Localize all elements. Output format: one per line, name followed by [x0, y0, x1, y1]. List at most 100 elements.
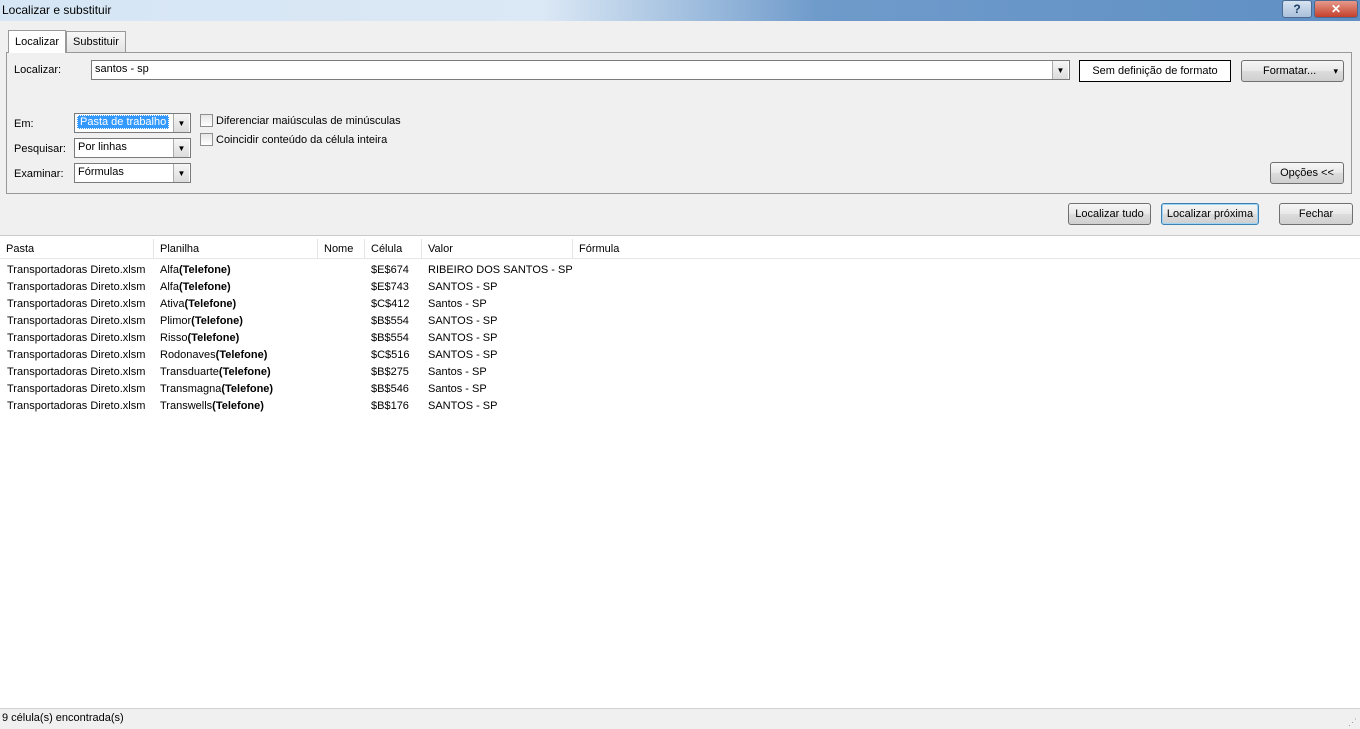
- table-row[interactable]: Transportadoras Direto.xlsm Plimor (Telefo…: [0, 312, 1360, 329]
- sheet-suffix: (Telefone): [212, 399, 264, 412]
- match-entire-checkbox[interactable]: [200, 133, 213, 146]
- cell-pasta: Transportadoras Direto.xlsm: [7, 348, 146, 361]
- close-window-button[interactable]: ✕: [1314, 0, 1358, 18]
- column-header-formula[interactable]: Fórmula: [573, 239, 1360, 259]
- cell-pasta: Transportadoras Direto.xlsm: [7, 331, 146, 344]
- table-row[interactable]: Transportadoras Direto.xlsm Transwells (T…: [0, 397, 1360, 414]
- resize-grip-icon[interactable]: ⋰: [1348, 717, 1358, 727]
- chevron-down-icon: ▼: [177, 143, 186, 153]
- cell-pasta: Transportadoras Direto.xlsm: [7, 314, 146, 327]
- table-row[interactable]: Transportadoras Direto.xlsm Transduarte (…: [0, 363, 1360, 380]
- sheet-name: Ativa: [160, 297, 185, 310]
- find-history-dropdown[interactable]: ▼: [1052, 61, 1068, 79]
- cell-planilha: Risso (Telefone): [160, 329, 239, 346]
- table-row[interactable]: Transportadoras Direto.xlsm Ativa (Telefon…: [0, 295, 1360, 312]
- within-dropdown[interactable]: ▼: [173, 114, 189, 132]
- results-list: Pasta Planilha Nome Célula Valor Fórmula…: [0, 235, 1360, 708]
- help-button[interactable]: ?: [1282, 0, 1312, 18]
- options-button[interactable]: Opções <<: [1270, 162, 1344, 184]
- title-bar: Localizar e substituir ? ✕: [0, 0, 1360, 21]
- table-row[interactable]: Transportadoras Direto.xlsm Alfa (Telefone…: [0, 261, 1360, 278]
- chevron-down-icon: ▼: [1056, 65, 1065, 75]
- cell-planilha: Transduarte (Telefone): [160, 363, 271, 380]
- cell-valor: RIBEIRO DOS SANTOS - SP: [428, 263, 573, 276]
- search-dropdown[interactable]: ▼: [173, 139, 189, 157]
- column-header-celula[interactable]: Célula: [365, 239, 422, 259]
- cell-celula: $C$516: [371, 348, 410, 361]
- cell-pasta: Transportadoras Direto.xlsm: [7, 399, 146, 412]
- status-bar: 9 célula(s) encontrada(s) ⋰: [0, 708, 1360, 729]
- sheet-name: Rodonaves: [160, 348, 216, 361]
- sheet-suffix: (Telefone): [187, 331, 240, 344]
- cell-valor: Santos - SP: [428, 297, 487, 310]
- cell-valor: Santos - SP: [428, 382, 487, 395]
- dropdown-arrow-icon: ▾: [1333, 65, 1338, 76]
- column-header-valor[interactable]: Valor: [422, 239, 573, 259]
- sheet-name: Transmagna: [160, 382, 222, 395]
- cell-pasta: Transportadoras Direto.xlsm: [7, 297, 146, 310]
- cell-celula: $B$546: [371, 382, 409, 395]
- table-row[interactable]: Transportadoras Direto.xlsm Alfa (Telefone…: [0, 278, 1360, 295]
- tab-localizar[interactable]: Localizar: [8, 30, 67, 53]
- cell-pasta: Transportadoras Direto.xlsm: [7, 365, 146, 378]
- cell-pasta: Transportadoras Direto.xlsm: [7, 382, 146, 395]
- cell-planilha: Alfa (Telefone): [160, 278, 231, 295]
- cell-valor: SANTOS - SP: [428, 314, 498, 327]
- sheet-suffix: (Telefone): [178, 263, 231, 276]
- sheet-name: Plimor: [160, 314, 192, 327]
- look-in-dropdown[interactable]: ▼: [173, 164, 189, 182]
- column-header-planilha[interactable]: Planilha: [154, 239, 318, 259]
- cell-celula: $C$412: [371, 297, 410, 310]
- cell-planilha: Transwells (Telefone): [160, 397, 264, 414]
- cell-celula: $B$176: [371, 399, 409, 412]
- match-case-checkbox[interactable]: [200, 114, 213, 127]
- cell-celula: $E$743: [371, 280, 409, 293]
- cell-celula: $B$554: [371, 331, 409, 344]
- sheet-suffix: (Telefone): [215, 348, 268, 361]
- sheet-name: Transwells: [160, 399, 213, 412]
- sheet-name: Risso: [160, 331, 188, 344]
- cell-valor: Santos - SP: [428, 365, 487, 378]
- find-input[interactable]: santos - sp: [91, 60, 1070, 80]
- look-in-label: Examinar:: [14, 168, 64, 180]
- cell-planilha: Ativa (Telefone): [160, 295, 236, 312]
- cell-valor: SANTOS - SP: [428, 331, 498, 344]
- table-row[interactable]: Transportadoras Direto.xlsm Risso (Telefon…: [0, 329, 1360, 346]
- close-button[interactable]: Fechar: [1279, 203, 1353, 225]
- search-label: Pesquisar:: [14, 143, 66, 155]
- table-row[interactable]: Transportadoras Direto.xlsm Transmagna (T…: [0, 380, 1360, 397]
- sheet-name: Alfa: [160, 280, 179, 293]
- within-value: Pasta de trabalho: [77, 115, 170, 129]
- find-label: Localizar:: [14, 64, 62, 76]
- sheet-name: Alfa: [160, 263, 179, 276]
- format-button[interactable]: Formatar... ▾: [1241, 60, 1344, 82]
- cell-planilha: Rodonaves (Telefone): [160, 346, 267, 363]
- table-row[interactable]: Transportadoras Direto.xlsm Rodonaves (Tel…: [0, 346, 1360, 363]
- cell-celula: $B$554: [371, 314, 409, 327]
- within-label: Em:: [14, 118, 34, 130]
- cell-planilha: Transmagna (Telefone): [160, 380, 273, 397]
- format-preview: Sem definição de formato: [1079, 60, 1231, 82]
- results-header: Pasta Planilha Nome Célula Valor Fórmula: [0, 239, 1360, 259]
- cell-planilha: Plimor (Telefone): [160, 312, 243, 329]
- cell-planilha: Alfa (Telefone): [160, 261, 231, 278]
- sheet-name: Transduarte: [160, 365, 219, 378]
- format-button-label: Formatar...: [1263, 65, 1317, 77]
- sheet-suffix: (Telefone): [221, 382, 274, 395]
- sheet-suffix: (Telefone): [218, 365, 271, 378]
- column-header-nome[interactable]: Nome: [318, 239, 365, 259]
- sheet-suffix: (Telefone): [184, 297, 237, 310]
- cell-pasta: Transportadoras Direto.xlsm: [7, 263, 146, 276]
- tab-substituir[interactable]: Substituir: [66, 31, 126, 52]
- chevron-down-icon: ▼: [177, 168, 186, 178]
- sheet-suffix: (Telefone): [178, 280, 231, 293]
- chevron-down-icon: ▼: [177, 118, 186, 128]
- find-next-button[interactable]: Localizar próxima: [1161, 203, 1259, 225]
- column-header-pasta[interactable]: Pasta: [0, 239, 154, 259]
- cell-celula: $E$674: [371, 263, 409, 276]
- cell-celula: $B$275: [371, 365, 409, 378]
- find-all-button[interactable]: Localizar tudo: [1068, 203, 1151, 225]
- window-title: Localizar e substituir: [2, 3, 112, 17]
- cell-valor: SANTOS - SP: [428, 399, 498, 412]
- cell-pasta: Transportadoras Direto.xlsm: [7, 280, 146, 293]
